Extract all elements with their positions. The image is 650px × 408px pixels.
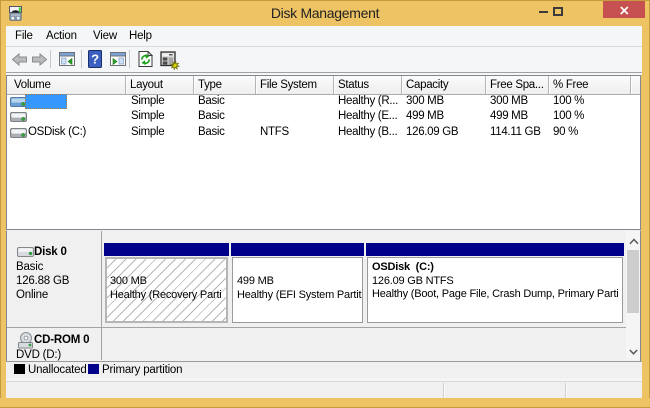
svg-text:?: ? (91, 52, 99, 67)
